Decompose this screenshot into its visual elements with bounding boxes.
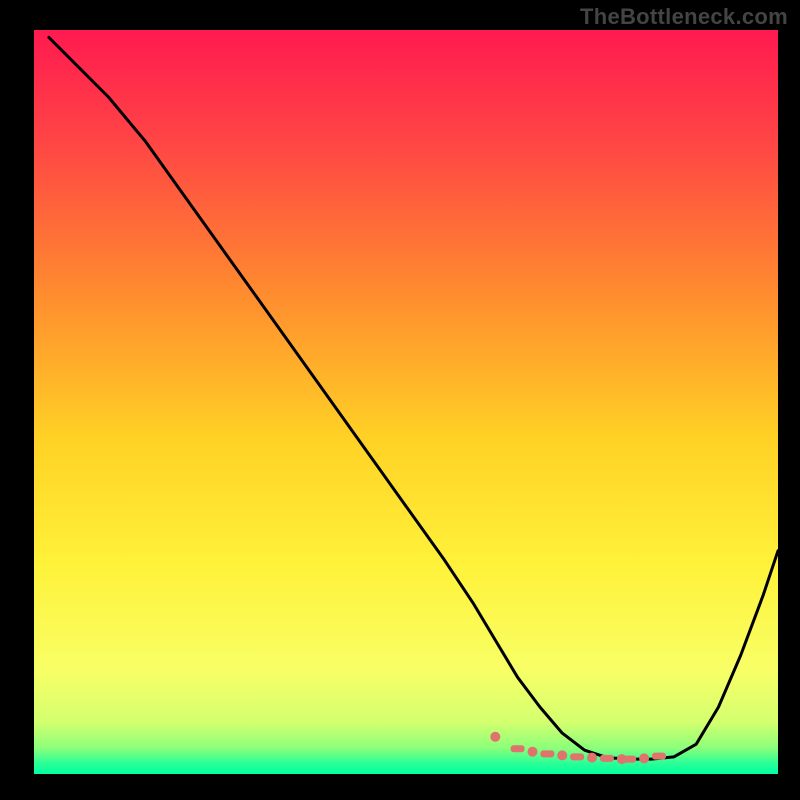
marker-dot	[639, 753, 649, 763]
marker-dash	[652, 753, 666, 760]
plot-area	[34, 30, 778, 774]
marker-dot	[490, 732, 500, 742]
marker-dash	[600, 755, 614, 762]
bottleneck-curve	[49, 37, 778, 759]
marker-dash	[511, 745, 525, 752]
marker-dash	[570, 753, 584, 760]
marker-dot	[587, 753, 597, 763]
marker-dash	[622, 756, 636, 763]
marker-dash	[540, 750, 554, 757]
flat-region-markers	[490, 732, 666, 764]
marker-dot	[528, 747, 538, 757]
chart-curve-layer	[34, 30, 778, 774]
watermark-text: TheBottleneck.com	[580, 4, 788, 30]
chart-frame: TheBottleneck.com	[0, 0, 800, 800]
marker-dot	[557, 750, 567, 760]
